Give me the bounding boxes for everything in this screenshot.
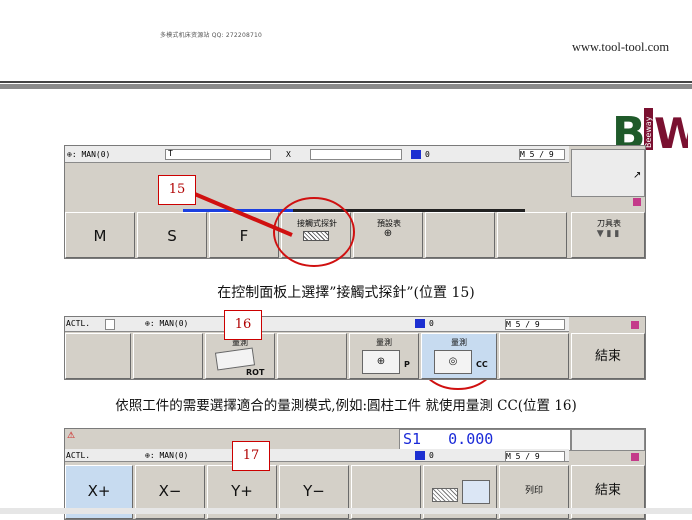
status-bar-2 [65,317,569,332]
f-icon-3 [415,451,425,460]
measure-cc-label: 量測 [451,338,467,347]
callout-17: 17 [232,441,270,471]
caption-1: 在控制面板上選擇”接觸式探針”(位置 15) [217,285,475,301]
f-readout-3: 0 [415,450,434,461]
rot-label: ROT [246,368,265,377]
m-readout-2: M 5 / 9 [505,319,565,330]
softkey-measure-cc[interactable]: 量測 ◎ CC [421,333,497,379]
actl-field-2 [105,319,115,330]
measure-cc-icon: ◎ [434,350,472,374]
cc-label: CC [476,360,488,369]
probe-apply-icon [462,480,490,504]
callout-16: 16 [224,310,262,340]
softkey-measure-p[interactable]: 量測 ⊕ P [349,333,419,379]
softkey-end-2[interactable]: 結束 [571,333,645,379]
s-readout: S1 0.000 [403,430,494,448]
measure-p-icon: ⊕ [362,350,400,374]
actl-label-2: ACTL. [66,319,91,328]
measure-p-label: 量測 [376,338,392,347]
mode-label-2: ⊕: MAN(0) [145,319,189,328]
f-value-2: 0 [429,319,434,328]
stock-icon [432,488,458,502]
m-value-2: M 5 / 9 [506,320,540,329]
m-value-3: M 5 / 9 [506,452,540,461]
callout-15: 15 [158,175,196,205]
control-panel-3: ⚠ S1 0.000 ACTL. ⊕: MAN(0) 0 M 5 / 9 X+ … [64,428,646,520]
p-label: P [404,360,410,369]
callout-arrow-15 [189,190,293,237]
softkey-empty-6[interactable] [499,333,569,379]
m-readout-3: M 5 / 9 [505,451,565,462]
status-bar-3 [65,449,569,462]
f-icon-2 [415,319,425,328]
softkey-empty-3[interactable] [65,333,131,379]
mode-label-3: ⊕: MAN(0) [145,451,189,460]
alert-icon: ⚠ [67,431,76,441]
actl-label-3: ACTL. [66,451,91,460]
softkey-empty-4[interactable] [133,333,203,379]
softkey-empty-5[interactable] [277,333,347,379]
side-box-3 [571,429,645,451]
scroll-icon-2 [631,321,639,329]
caption-2: 依照工件的需要選擇適合的量測模式,例如:圓柱工件 就使用量測 CC(位置 16) [115,398,577,414]
f-value-3: 0 [429,451,434,460]
f-readout-2: 0 [415,318,434,329]
bottom-strip [0,508,692,514]
control-panel-2: ACTL. ⊕: MAN(0) 0 M 5 / 9 量測 ROT 量測 ⊕ P … [64,316,646,380]
scroll-icon-3 [631,453,639,461]
